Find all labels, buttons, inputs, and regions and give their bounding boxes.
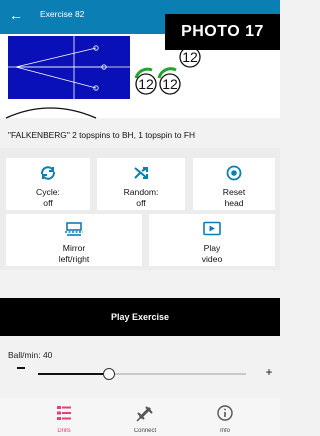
sync-icon xyxy=(40,166,56,180)
speed-label: Ball/min: 40 xyxy=(8,350,53,360)
play-video-icon xyxy=(203,221,221,236)
target-icon xyxy=(226,165,242,181)
mirror-sub-label: left/right xyxy=(58,254,90,264)
speed-slider-thumb[interactable] xyxy=(102,368,115,380)
plug-icon xyxy=(136,406,153,422)
nav-item-info[interactable]: Info xyxy=(195,398,255,436)
reset-label: Reset xyxy=(222,187,246,197)
nav-item-drills[interactable]: Drills xyxy=(34,398,94,436)
random-value: off xyxy=(136,198,146,208)
increase-speed-button[interactable]: + xyxy=(264,366,274,378)
video-sub-label: video xyxy=(201,254,223,264)
ball-badge-label: 12 xyxy=(138,76,154,92)
nav-item-connect[interactable]: Connect xyxy=(115,398,175,436)
random-button[interactable]: Random: off xyxy=(97,158,185,210)
play-video-button[interactable]: Play video xyxy=(149,214,275,266)
photo-label: PHOTO 17 xyxy=(165,14,280,50)
list-icon xyxy=(57,406,71,420)
table-diagram xyxy=(8,36,130,99)
reset-head-button[interactable]: Reset head xyxy=(193,158,275,210)
mirror-icon xyxy=(65,222,83,236)
reset-sub-label: head xyxy=(224,198,244,208)
cycle-label: Cycle: xyxy=(36,187,60,197)
info-icon xyxy=(217,405,233,421)
nav-label: Connect xyxy=(133,428,157,434)
speed-slider-fill xyxy=(38,373,109,375)
shuffle-icon xyxy=(134,167,148,179)
random-label: Random: xyxy=(123,187,159,197)
play-exercise-button[interactable]: Play Exercise xyxy=(0,298,280,336)
nav-label: Info xyxy=(219,428,230,434)
cycle-value: off xyxy=(43,198,53,208)
ball-badges: 12 12 12 xyxy=(130,42,210,100)
video-label: Play xyxy=(203,243,221,253)
decrease-speed-button[interactable] xyxy=(17,367,25,369)
arrow-left-icon[interactable]: ← xyxy=(8,7,24,23)
speed-slider[interactable] xyxy=(38,368,246,380)
bottom-nav: Drills Connect Info xyxy=(0,398,280,436)
exercise-title: Exercise 82 xyxy=(40,9,85,19)
cycle-button[interactable]: Cycle: off xyxy=(6,158,90,210)
mirror-button[interactable]: Mirror left/right xyxy=(6,214,142,266)
nav-label: Drills xyxy=(57,428,71,434)
drill-name: "FALKENBERG" 2 topspins to BH, 1 topspin… xyxy=(8,130,196,140)
trajectory-arc xyxy=(5,107,97,119)
ball-badge-label: 12 xyxy=(182,49,198,65)
ball-badge-label: 12 xyxy=(162,76,178,92)
mirror-label: Mirror xyxy=(62,243,86,253)
